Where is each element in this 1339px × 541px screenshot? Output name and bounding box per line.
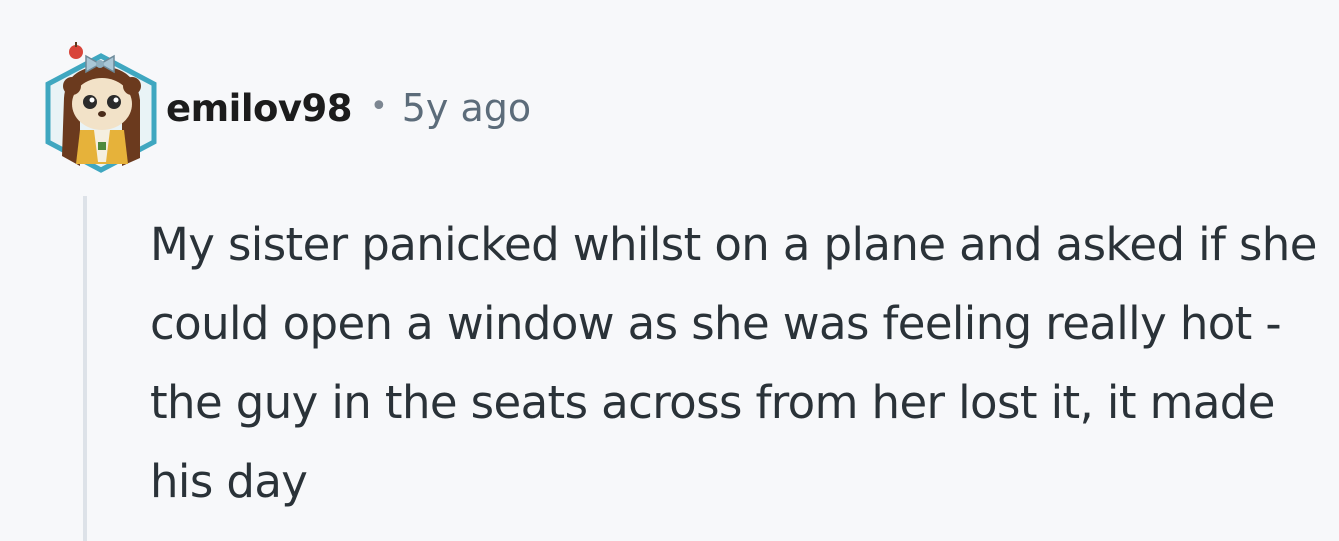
timestamp[interactable]: 5y ago xyxy=(402,86,531,130)
username-link[interactable]: emilov98 xyxy=(166,87,353,130)
comment-header: emilov98 • 5y ago xyxy=(36,38,531,178)
comment-body: My sister panicked whilst on a plane and… xyxy=(150,218,1317,508)
thread-line[interactable] xyxy=(83,196,87,541)
user-avatar-icon[interactable] xyxy=(36,38,166,178)
comment-meta: emilov98 • 5y ago xyxy=(166,38,531,178)
comment: emilov98 • 5y ago My sister panicked whi… xyxy=(0,0,1339,541)
separator-dot: • xyxy=(370,88,388,124)
